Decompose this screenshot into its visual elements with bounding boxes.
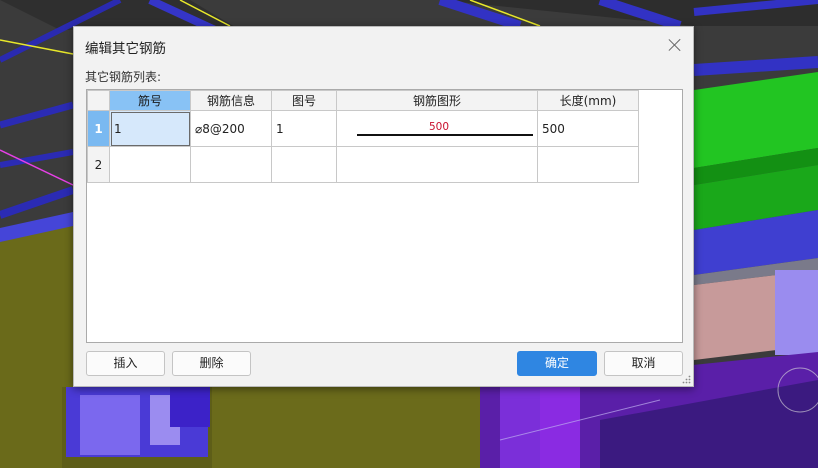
delete-button[interactable]: 删除 — [172, 351, 251, 376]
cancel-button[interactable]: 取消 — [604, 351, 683, 376]
column-header-bar-no[interactable]: 筋号 — [109, 90, 191, 111]
shape-dimension-label: 500 — [428, 120, 450, 133]
column-header-rebar-info[interactable]: 钢筋信息 — [190, 90, 272, 111]
cell-figure-no[interactable] — [271, 146, 337, 183]
grid-corner-cell[interactable] — [87, 90, 110, 111]
cell-rebar-info[interactable]: ⌀8@200 — [190, 110, 272, 147]
cell-rebar-shape[interactable]: 500 — [336, 110, 538, 147]
rebar-line — [357, 133, 533, 136]
cell-length[interactable]: 500 — [537, 110, 639, 147]
cell-figure-no[interactable]: 1 — [271, 110, 337, 147]
rebar-list-label: 其它钢筋列表: — [85, 70, 162, 84]
rebar-table: 筋号 钢筋信息 图号 钢筋图形 长度(mm) 1 1 ⌀8@200 1 500 — [87, 90, 639, 183]
rebar-shape-drawing: 500 — [341, 112, 537, 146]
cell-bar-no[interactable]: 1 — [109, 110, 191, 147]
row-header[interactable]: 1 — [87, 110, 110, 147]
table-header-row: 筋号 钢筋信息 图号 钢筋图形 长度(mm) — [87, 90, 639, 111]
resize-grip-icon[interactable] — [682, 375, 691, 384]
cell-length[interactable] — [537, 146, 639, 183]
dialog-title: 编辑其它钢筋 — [85, 41, 166, 57]
table-row[interactable]: 1 1 ⌀8@200 1 500 500 — [87, 110, 639, 147]
cell-rebar-shape[interactable] — [336, 146, 538, 183]
cell-rebar-info[interactable] — [190, 146, 272, 183]
row-header[interactable]: 2 — [87, 146, 110, 183]
ok-button[interactable]: 确定 — [517, 351, 597, 376]
cell-bar-no[interactable] — [109, 146, 191, 183]
column-header-length[interactable]: 长度(mm) — [537, 90, 639, 111]
edit-other-rebar-dialog: 编辑其它钢筋 其它钢筋列表: 筋号 钢筋信息 图号 钢筋图形 长度(mm) 1 … — [73, 26, 694, 387]
rebar-grid[interactable]: 筋号 钢筋信息 图号 钢筋图形 长度(mm) 1 1 ⌀8@200 1 500 — [86, 89, 683, 343]
column-header-rebar-shape[interactable]: 钢筋图形 — [336, 90, 538, 111]
insert-button[interactable]: 插入 — [86, 351, 165, 376]
column-header-figure-no[interactable]: 图号 — [271, 90, 337, 111]
close-icon[interactable] — [667, 37, 683, 53]
table-row[interactable]: 2 — [87, 146, 639, 183]
